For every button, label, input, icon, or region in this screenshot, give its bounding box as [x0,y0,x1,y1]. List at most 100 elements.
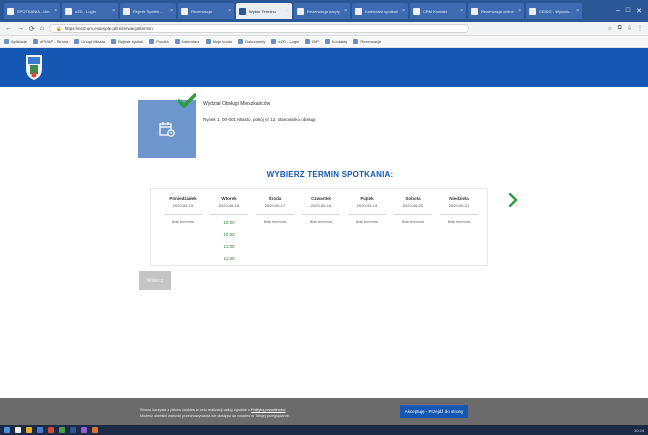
bookmark-item[interactable]: Moje konto [205,39,232,44]
bookmark-item[interactable]: eZD - Login [271,39,299,44]
reload-icon[interactable]: ⟳ [29,25,35,33]
day-name: Piątek [360,196,374,201]
url-input[interactable]: 🔒 https://ezd.um.example.pl/rezerwacja/te… [49,24,470,33]
browser-tab[interactable]: CEIDG - Wyszuk... × [526,3,582,19]
time-slot[interactable]: 11:00 [206,244,252,249]
bookmark-icon [205,39,211,44]
bookmark-item[interactable]: Poczta [149,39,169,44]
bookmark-label: Dokumenty [245,39,266,44]
tab-label: CRM Kontakt [423,8,447,14]
chevron-right-icon[interactable] [508,193,518,207]
browser-tabbar: SPOTKANIA - Um... × eZD - Login × Rejestr Sp… [0,0,648,22]
checkmark-icon [178,93,196,108]
bookmark-icon [4,39,9,44]
tab-close-icon[interactable]: × [112,8,115,14]
close-window-icon[interactable]: ✕ [636,7,642,15]
browser-icon[interactable] [37,427,43,433]
bookmark-item[interactable]: Rejestr spółek [110,39,144,44]
bookmark-item[interactable]: Urząd Miasta [74,39,105,44]
bookmark-item[interactable]: Kontakty [324,39,347,44]
bookmark-icon [110,39,116,44]
day-column: Piątek 2020-06-19 Brak terminów [344,189,390,267]
cookie-text-line1: Strona korzysta z plików cookies w celu … [140,408,250,412]
os-taskbar: 10:24 [0,425,648,435]
day-header: Sobota 2020-06-20 [390,196,436,208]
back-icon[interactable]: ← [5,25,12,32]
day-date: 2020-06-17 [264,203,286,208]
city-crest-icon[interactable] [24,53,44,81]
bookmarks-bar: Aplikacje ePUAP - Strona Urząd Miasta Rejes… [0,36,648,48]
tab-close-icon[interactable]: × [402,8,405,14]
minimize-icon[interactable]: – [616,7,620,15]
app-icon[interactable] [92,427,98,433]
extensions-icon[interactable]: ⧉ [618,25,622,32]
tab-close-icon[interactable]: × [576,8,579,14]
bookmark-item[interactable]: Rezerwacje [353,39,381,44]
tab-close-icon[interactable]: × [54,8,57,14]
accept-cookies-button[interactable]: Akceptuję - Przejdź do strony [400,405,468,418]
browser-tab[interactable]: CRM Kontakt × [410,3,466,19]
word-icon[interactable] [70,427,76,433]
menu-icon[interactable]: ⋮ [637,25,643,32]
browser-tab[interactable]: Rezerwacja wizyty × [294,3,350,19]
excel-icon[interactable] [59,427,65,433]
tab-label: Rejestr Spółek ... [133,8,164,14]
time-slot[interactable]: 10:00 [206,220,252,225]
tab-close-icon[interactable]: × [286,8,289,14]
day-date: 2020-06-16 [218,203,240,208]
url-text: https://ezd.um.example.pl/rezerwacja/ter… [64,26,153,31]
day-name: Poniedziałek [169,196,197,201]
search-icon[interactable] [15,427,21,433]
cookie-text: Strona korzysta z plików cookies w celu … [140,407,370,419]
day-header: Poniedziałek 2020-06-15 [160,196,206,208]
tab-close-icon[interactable]: × [170,8,173,14]
favicon-icon [355,7,362,15]
day-column: Środa 2020-06-17 Brak terminów [252,189,298,267]
browser-tab[interactable]: Kalendarz spotkań × [352,3,408,19]
tab-close-icon[interactable]: × [228,8,231,14]
maximize-icon[interactable]: □ [626,7,630,15]
browser-tab[interactable]: Wybór Terminu × [236,3,292,19]
page-title: WYBIERZ TERMIN SPOTKANIA: [266,170,394,179]
day-divider [440,214,478,215]
day-column: Czwartek 2020-06-18 Brak terminów [298,189,344,267]
favicon-icon [7,7,14,15]
tab-close-icon[interactable]: × [518,8,521,14]
browser-tab[interactable]: Rezerwacja × [178,3,234,19]
bookmark-item[interactable]: Dokumenty [238,39,265,44]
start-icon[interactable] [4,427,10,433]
tab-close-icon[interactable]: × [344,8,347,14]
browser-tab[interactable]: SPOTKANIA - Um... × [4,3,60,19]
browser-tab[interactable]: Rejestr Spółek ... × [120,3,176,19]
tab-label: Rezerwacja [191,8,212,14]
mail-icon[interactable] [48,427,54,433]
day-name: Czwartek [311,196,331,201]
cookie-text-line2: Możesz określić warunki przechowywania l… [140,414,290,418]
day-name: Sobota [405,196,421,201]
home-icon[interactable]: ⌂ [40,25,44,32]
browser-tab[interactable]: eZD - Login × [62,3,118,19]
back-button[interactable]: Wstecz [139,271,171,290]
tab-label: Rezerwacja wizyty [307,8,340,14]
time-slot[interactable]: 11:30 [206,256,252,261]
bookmark-item[interactable]: BIP [305,39,319,44]
office-address: Rynek 1, 00-001 Miasto, pokój nr 12, sta… [203,117,316,122]
tab-label: Rezerwacja online [481,8,514,14]
window-controls: – □ ✕ [616,7,648,15]
bookmark-item[interactable]: ePUAP - Strona [33,39,68,44]
bookmark-item[interactable]: Aplikacje [4,39,27,44]
forward-icon[interactable]: → [17,25,24,32]
browser-tab[interactable]: Rezerwacja online × [468,3,524,19]
download-icon[interactable]: ⇩ [627,25,632,32]
privacy-policy-link[interactable]: Polityką prywatności [251,408,285,412]
teams-icon[interactable] [81,427,87,433]
time-slot[interactable]: 10:30 [206,232,252,237]
file-explorer-icon[interactable] [26,427,32,433]
browser-toolbar-icons: ☆ ⧉ ⇩ ⋮ [607,25,643,32]
bookmark-icon [149,39,155,44]
bookmark-item[interactable]: Kalendarz [174,39,200,44]
bookmark-label: Rejestr spółek [117,39,144,44]
tab-close-icon[interactable]: × [460,8,463,14]
day-divider [210,214,248,215]
star-icon[interactable]: ☆ [607,25,612,32]
